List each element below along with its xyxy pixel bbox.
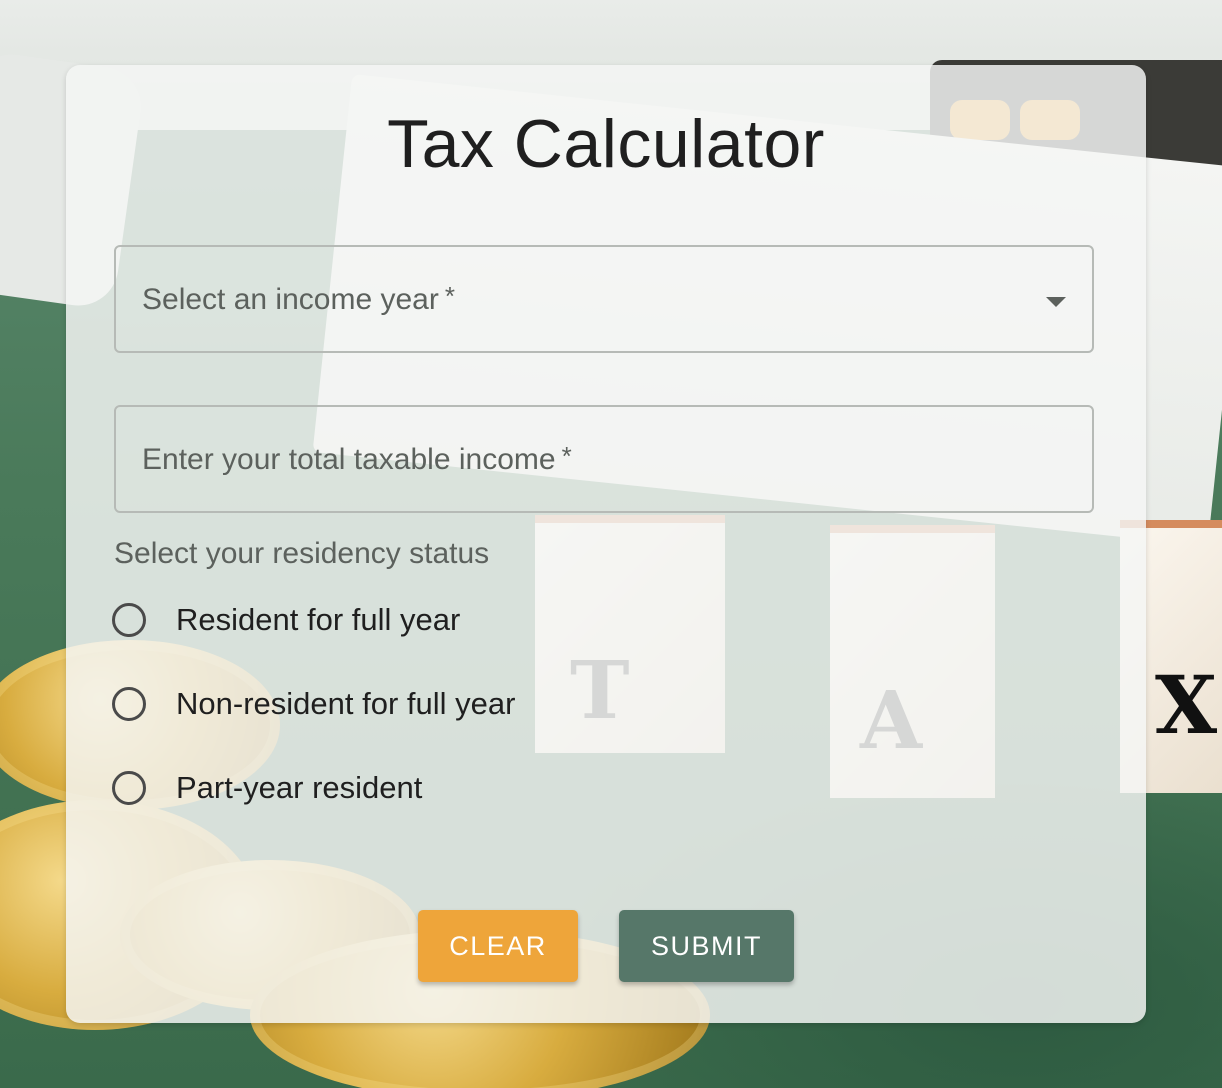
radio-label: Non-resident for full year [176, 686, 516, 721]
radio-option-part-year-resident[interactable]: Part-year resident [112, 766, 422, 810]
taxable-income-input[interactable]: Enter your total taxable income * [114, 405, 1094, 513]
radio-option-resident-full-year[interactable]: Resident for full year [112, 598, 460, 642]
radio-button[interactable] [112, 771, 146, 805]
radio-button[interactable] [112, 687, 146, 721]
clear-button[interactable]: CLEAR [418, 910, 578, 982]
residency-status-label: Select your residency status [114, 537, 490, 570]
income-year-select[interactable]: Select an income year * [114, 245, 1094, 353]
tax-calculator-card: Tax Calculator Select an income year * En… [66, 65, 1146, 1023]
taxable-income-placeholder: Enter your total taxable income * [142, 441, 572, 476]
radio-label: Resident for full year [176, 602, 461, 637]
radio-option-non-resident-full-year[interactable]: Non-resident for full year [112, 682, 515, 726]
chevron-down-icon[interactable] [1046, 297, 1066, 307]
required-asterisk: * [561, 441, 572, 471]
income-year-placeholder: Select an income year * [142, 281, 455, 316]
radio-button[interactable] [112, 603, 146, 637]
submit-button[interactable]: SUBMIT [619, 910, 794, 982]
radio-label: Part-year resident [176, 770, 423, 805]
required-asterisk: * [444, 281, 455, 311]
page-title: Tax Calculator [387, 106, 825, 182]
